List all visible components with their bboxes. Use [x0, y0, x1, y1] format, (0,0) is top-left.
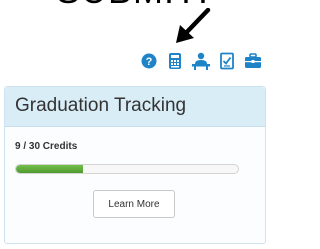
- graduation-tracking-widget: Graduation Tracking 9 / 30 Credits Learn…: [4, 86, 266, 244]
- calculator-icon[interactable]: [164, 50, 186, 72]
- briefcase-icon[interactable]: [242, 50, 264, 72]
- advisor-icon[interactable]: [190, 50, 212, 72]
- learn-more-button[interactable]: Learn More: [93, 190, 175, 218]
- header-toolbar: ?: [138, 50, 268, 72]
- page: SUBMIT! ?: [0, 0, 272, 249]
- annotation-arrow-icon: [176, 8, 211, 43]
- svg-text:?: ?: [146, 56, 153, 68]
- help-icon[interactable]: ?: [138, 50, 160, 72]
- credits-count: 9 / 30 Credits: [15, 141, 78, 152]
- widget-body: 9 / 30 Credits Learn More: [5, 127, 265, 218]
- credits-progress-bar: [15, 164, 239, 174]
- widget-title: Graduation Tracking: [15, 95, 187, 116]
- checklist-icon[interactable]: [216, 50, 238, 72]
- widget-header: Graduation Tracking: [5, 87, 265, 127]
- credits-progress-fill: [16, 165, 83, 173]
